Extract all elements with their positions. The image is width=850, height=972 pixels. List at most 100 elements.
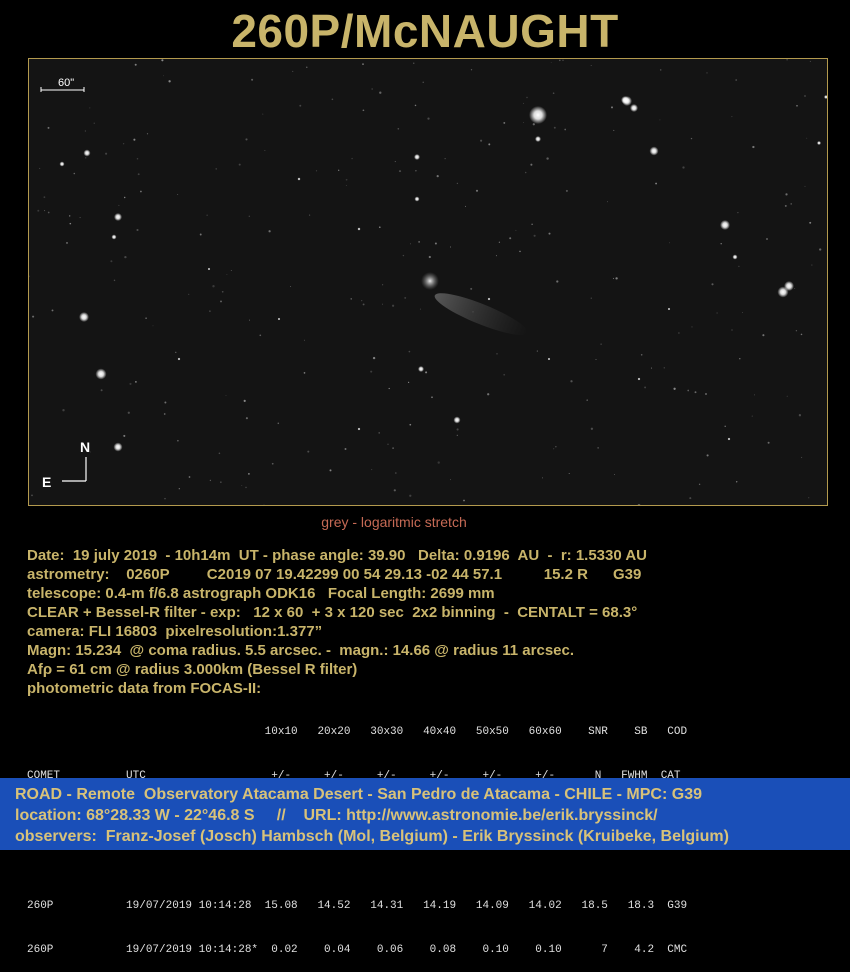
faint-star xyxy=(206,214,208,216)
faint-star xyxy=(32,315,35,318)
faint-star xyxy=(226,273,228,275)
faint-star xyxy=(209,310,211,313)
faint-star xyxy=(225,395,227,396)
faint-star xyxy=(753,394,756,396)
faint-star xyxy=(123,196,126,199)
faint-star xyxy=(552,92,555,94)
faint-star xyxy=(378,226,381,229)
page-title: 260P/McNAUGHT xyxy=(231,5,619,57)
faint-star xyxy=(152,325,154,327)
faint-star xyxy=(292,70,294,72)
faint-star xyxy=(414,104,417,107)
faint-star xyxy=(69,215,71,217)
faint-star xyxy=(678,332,680,334)
faint-star xyxy=(568,472,570,475)
faint-star xyxy=(449,479,451,481)
faint-star xyxy=(644,386,647,389)
faint-star xyxy=(69,222,72,225)
faint-star xyxy=(382,284,384,286)
faint-star xyxy=(393,489,396,492)
faint-star xyxy=(738,265,740,268)
star xyxy=(637,377,641,381)
faint-star xyxy=(146,133,149,135)
faint-star xyxy=(37,209,40,212)
star xyxy=(79,312,89,322)
faint-star xyxy=(659,119,661,121)
faint-star xyxy=(220,300,222,303)
faint-star xyxy=(522,102,524,104)
faint-star xyxy=(553,126,556,129)
faint-star xyxy=(408,350,411,353)
faint-star xyxy=(163,75,165,77)
faint-star xyxy=(530,163,533,166)
footer: ROAD - Remote Observatory Atacama Desert… xyxy=(0,778,850,850)
info-astrometry: astrometry: 0260P C2019 07 19.42299 00 5… xyxy=(27,566,642,583)
faint-star xyxy=(786,59,788,61)
faint-star xyxy=(706,72,708,74)
faint-star xyxy=(801,456,803,459)
faint-star xyxy=(819,248,822,251)
faint-star xyxy=(221,290,224,293)
faint-star xyxy=(113,279,116,282)
faint-star xyxy=(682,166,685,169)
faint-star xyxy=(546,157,549,160)
faint-star xyxy=(62,409,65,412)
faint-star xyxy=(245,417,248,420)
star xyxy=(720,220,730,230)
faint-star xyxy=(371,469,373,471)
faint-star xyxy=(590,65,592,66)
faint-star xyxy=(739,358,741,360)
faint-star xyxy=(559,59,561,62)
faint-star xyxy=(765,237,769,241)
faint-star xyxy=(397,128,400,130)
faint-star xyxy=(463,499,465,502)
faint-star xyxy=(413,62,415,64)
faint-star xyxy=(808,497,810,499)
faint-star xyxy=(123,434,126,437)
faint-star xyxy=(134,63,137,66)
faint-star xyxy=(378,432,380,434)
faint-star xyxy=(290,286,292,288)
faint-star xyxy=(409,423,412,426)
faint-star xyxy=(362,63,364,65)
faint-star xyxy=(509,237,512,240)
faint-star xyxy=(161,59,164,62)
faint-star xyxy=(705,393,707,395)
faint-star xyxy=(329,469,332,472)
star xyxy=(817,141,821,145)
faint-star xyxy=(800,333,803,336)
faint-star xyxy=(437,461,440,464)
faint-star xyxy=(735,481,738,483)
faint-star xyxy=(796,105,798,107)
observation-info: Date: 19 july 2019 - 10h14m UT - phase a… xyxy=(27,546,827,698)
faint-star xyxy=(427,117,430,120)
faint-star xyxy=(694,391,697,394)
faint-star xyxy=(548,232,551,235)
faint-star xyxy=(66,241,68,244)
faint-star xyxy=(230,270,232,271)
faint-star xyxy=(550,61,552,63)
faint-star xyxy=(495,255,497,257)
faint-star xyxy=(663,367,665,369)
faint-star xyxy=(248,319,251,321)
faint-star xyxy=(245,486,247,489)
star xyxy=(111,234,117,240)
faint-star xyxy=(315,170,318,172)
faint-star xyxy=(784,204,787,207)
faint-star xyxy=(456,182,459,185)
star xyxy=(95,368,107,380)
faint-star xyxy=(245,138,248,141)
faint-star xyxy=(215,168,217,170)
star xyxy=(277,317,281,321)
star xyxy=(114,213,122,221)
faint-star xyxy=(612,277,615,280)
faint-star xyxy=(168,80,171,83)
faint-star xyxy=(706,454,709,457)
faint-star xyxy=(487,393,490,396)
info-filter: CLEAR + Bessel-R filter - exp: 12 x 60 +… xyxy=(27,604,638,621)
faint-star xyxy=(51,309,54,312)
star xyxy=(732,254,738,260)
star-field: 60" N E xyxy=(29,59,827,505)
faint-star xyxy=(84,130,86,132)
faint-star xyxy=(263,503,265,505)
